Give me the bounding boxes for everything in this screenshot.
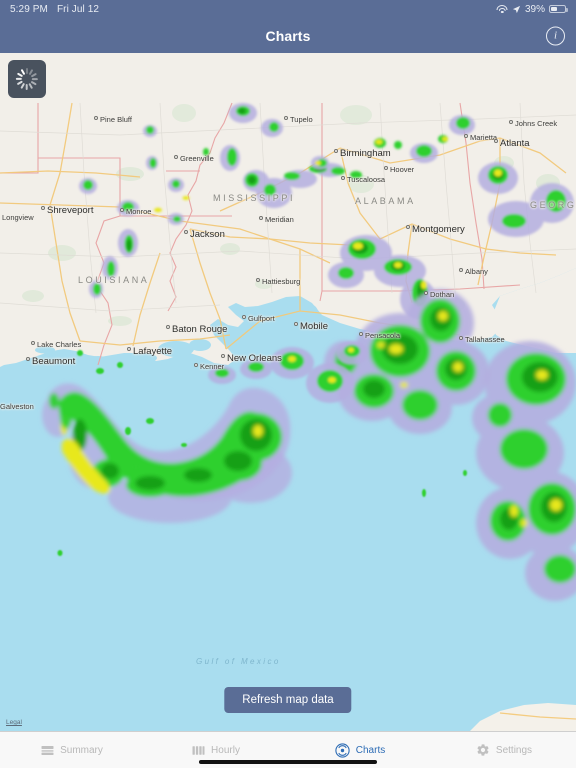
gear-icon (476, 743, 490, 757)
city-dot (256, 278, 260, 282)
tab-summary-label: Summary (60, 744, 103, 756)
battery-icon (549, 5, 568, 13)
city-dot (459, 268, 463, 272)
city-dot (194, 363, 198, 367)
city-dot (341, 176, 345, 180)
city-dot (41, 206, 45, 210)
battery-percent: 39% (524, 3, 545, 15)
status-bar-left: 5:29 PM Fri Jul 12 (10, 4, 99, 15)
city-dot (120, 208, 124, 212)
city-dot (94, 116, 98, 120)
city-dot (184, 230, 188, 234)
bar-chart-icon (192, 744, 205, 757)
location-arrow-icon (512, 5, 521, 13)
info-circle-icon[interactable]: i (546, 26, 565, 45)
city-dot (509, 120, 513, 124)
status-date: Fri Jul 12 (56, 3, 100, 15)
tab-hourly-label: Hourly (211, 744, 240, 756)
wifi-icon (496, 5, 508, 14)
tab-bar: Summary Hourly Charts Settings (0, 731, 576, 768)
radar-map[interactable]: MISSISSIPPIALABAMALOUISIANAGEORGIAPine B… (0, 53, 576, 731)
map-canvas (0, 53, 576, 731)
page-title: Charts (265, 27, 311, 44)
status-time: 5:29 PM (10, 3, 48, 15)
tab-summary[interactable]: Summary (0, 732, 144, 768)
city-dot (424, 291, 428, 295)
city-dot (464, 134, 468, 138)
city-dot (334, 149, 338, 153)
city-dot (259, 216, 263, 220)
city-dot (384, 166, 388, 170)
status-bar: 5:29 PM Fri Jul 12 39% (0, 0, 576, 18)
summary-list-icon (41, 744, 54, 757)
city-dot (494, 139, 498, 143)
city-dot (127, 347, 131, 351)
home-indicator (199, 759, 377, 764)
city-dot (406, 225, 410, 229)
tab-charts-label: Charts (355, 744, 386, 756)
refresh-map-data-button[interactable]: Refresh map data (224, 687, 352, 713)
status-bar-right: 39% (496, 3, 568, 15)
nav-bar: Charts i (0, 18, 576, 53)
city-dot (166, 325, 170, 329)
city-dot (284, 116, 288, 120)
tab-settings-label: Settings (495, 744, 533, 756)
city-dot (174, 155, 178, 159)
city-dot (221, 354, 225, 358)
city-dot (31, 341, 35, 345)
loading-spinner-icon (8, 60, 46, 98)
city-dot (26, 357, 30, 361)
app-root: 5:29 PM Fri Jul 12 39% Charts i MISSISSI… (0, 0, 576, 768)
radar-icon (335, 742, 350, 758)
legal-link[interactable]: Legal (6, 719, 22, 726)
city-dot (242, 315, 246, 319)
city-dot (294, 322, 298, 326)
city-dot (459, 336, 463, 340)
city-dot (359, 332, 363, 336)
tab-settings[interactable]: Settings (432, 732, 576, 768)
